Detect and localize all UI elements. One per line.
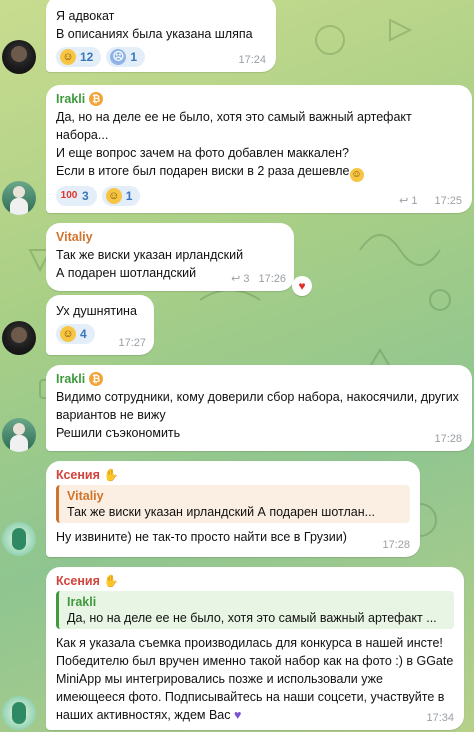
waving-hand-icon: ✋ xyxy=(103,574,119,588)
chat-history[interactable]: Я адвокат В описаниях была указана шляпа… xyxy=(0,0,474,732)
avatar[interactable] xyxy=(2,418,36,452)
reactions: ☺ 12 ☹ 1 xyxy=(56,47,266,67)
message-bubble[interactable]: Irakli ₿ Да, но на деле ее не было, хотя… xyxy=(46,85,472,213)
reaction-count: 12 xyxy=(80,50,94,64)
sender-name[interactable]: Ксения ✋ xyxy=(56,574,454,588)
grin-emoji-icon: ☺ xyxy=(60,326,76,342)
reaction-chip[interactable]: ☹ 1 xyxy=(106,47,146,67)
sender-label: Irakli xyxy=(56,372,86,386)
reply-count[interactable]: ↩ 3 xyxy=(231,272,250,286)
grin-emoji-icon: ☺ xyxy=(105,188,122,204)
message-bubble[interactable]: Vitaliy Так же виски указан ирландский А… xyxy=(46,223,294,291)
scream-emoji-icon: ☹ xyxy=(110,49,127,65)
reaction-chip[interactable]: ☺ 4 xyxy=(56,324,95,344)
message-meta: ↩ 3 17:26 xyxy=(231,272,286,286)
quote-text: Так же виски указан ирландский А подарен… xyxy=(67,505,376,519)
reply-quote[interactable]: Vitaliy Так же виски указан ирландский А… xyxy=(56,485,410,523)
timestamp: 17:24 xyxy=(238,54,266,66)
reaction-chip[interactable]: 100 3 xyxy=(56,186,97,206)
message-meta: ↩ 1 17:25 xyxy=(399,194,462,208)
message-meta: 17:27 xyxy=(118,337,146,349)
purple-heart-icon: ♥ xyxy=(234,708,242,722)
message-bubble[interactable]: Ксения ✋ Irakli Да, но на деле ее не был… xyxy=(46,567,464,730)
message-bubble[interactable]: Ух душнятина ☺ 4 17:27 xyxy=(46,295,154,355)
reaction-count: 4 xyxy=(80,327,87,341)
message-text: Видимо сотрудники, кому доверили сбор на… xyxy=(56,390,459,440)
timestamp: 17:27 xyxy=(118,337,146,349)
message-text: Как я указала съемка производилась для к… xyxy=(56,634,454,724)
message-bubble[interactable]: Irakli ₿ Видимо сотрудники, кому доверил… xyxy=(46,365,472,451)
sender-name[interactable]: Vitaliy xyxy=(56,230,284,244)
message-bubble[interactable]: Я адвокат В описаниях была указана шляпа… xyxy=(46,0,276,72)
bitcoin-badge-icon: ₿ xyxy=(89,92,104,106)
sender-name[interactable]: Irakli ₿ xyxy=(56,372,462,386)
reply-quote[interactable]: Irakli Да, но на деле ее не было, хотя э… xyxy=(56,591,454,629)
grin-emoji-icon: ☺ xyxy=(60,49,76,65)
sender-name[interactable]: Irakli ₿ xyxy=(56,92,462,106)
avatar[interactable] xyxy=(2,40,36,74)
laughing-emoji-icon: ☺ xyxy=(349,168,364,182)
quote-author: Irakli xyxy=(67,595,97,609)
avatar[interactable] xyxy=(2,696,36,730)
message-bubble[interactable]: Ксения ✋ Vitaliy Так же виски указан ирл… xyxy=(46,461,420,557)
reply-count-value: 3 xyxy=(243,272,250,285)
sender-label: Ксения xyxy=(56,574,100,588)
timestamp: 17:25 xyxy=(434,194,462,207)
message-meta: 17:34 xyxy=(426,712,454,724)
message-text-body: Как я указала съемка производилась для к… xyxy=(56,636,454,722)
reply-arrow-icon: ↩ xyxy=(399,195,409,207)
timestamp: 17:34 xyxy=(426,712,454,724)
message-meta: 17:28 xyxy=(434,433,462,445)
heart-reaction-icon[interactable]: ♥ xyxy=(292,276,312,296)
message-text: Да, но на деле ее не было, хотя это самы… xyxy=(56,108,462,182)
message-meta: 17:24 xyxy=(238,54,266,66)
avatar[interactable] xyxy=(2,522,36,556)
message-text: Ну извините) не так-то просто найти все … xyxy=(56,530,347,544)
quote-text: Да, но на деле ее не было, хотя это самы… xyxy=(67,611,437,625)
sender-label: Ксения xyxy=(56,468,100,482)
reply-count-value: 1 xyxy=(411,194,418,207)
bitcoin-badge-icon: ₿ xyxy=(89,372,104,386)
timestamp: 17:28 xyxy=(434,433,462,445)
timestamp: 17:26 xyxy=(258,272,286,285)
quote-author: Vitaliy xyxy=(67,489,104,503)
reaction-count: 3 xyxy=(82,189,89,203)
sender-label: Irakli xyxy=(56,92,86,106)
avatar[interactable] xyxy=(2,321,36,355)
reply-count[interactable]: ↩ 1 xyxy=(399,194,418,208)
message-text: Я адвокат В описаниях была указана шляпа xyxy=(56,9,253,41)
hundred-emoji-icon: 100 xyxy=(60,190,78,201)
reaction-chip[interactable]: ☺ 12 xyxy=(56,47,102,67)
reaction-count: 1 xyxy=(130,50,138,64)
timestamp: 17:28 xyxy=(382,539,410,551)
reaction-count: 1 xyxy=(125,189,133,203)
sender-label: Vitaliy xyxy=(56,230,93,244)
sender-name[interactable]: Ксения ✋ xyxy=(56,468,410,482)
message-meta: 17:28 xyxy=(382,539,410,551)
message-text: Ух душнятина xyxy=(56,304,137,318)
waving-hand-icon: ✋ xyxy=(103,468,119,482)
reaction-chip[interactable]: ☺ 1 xyxy=(101,186,141,206)
avatar[interactable] xyxy=(2,181,36,215)
reply-arrow-icon: ↩ xyxy=(231,273,241,285)
